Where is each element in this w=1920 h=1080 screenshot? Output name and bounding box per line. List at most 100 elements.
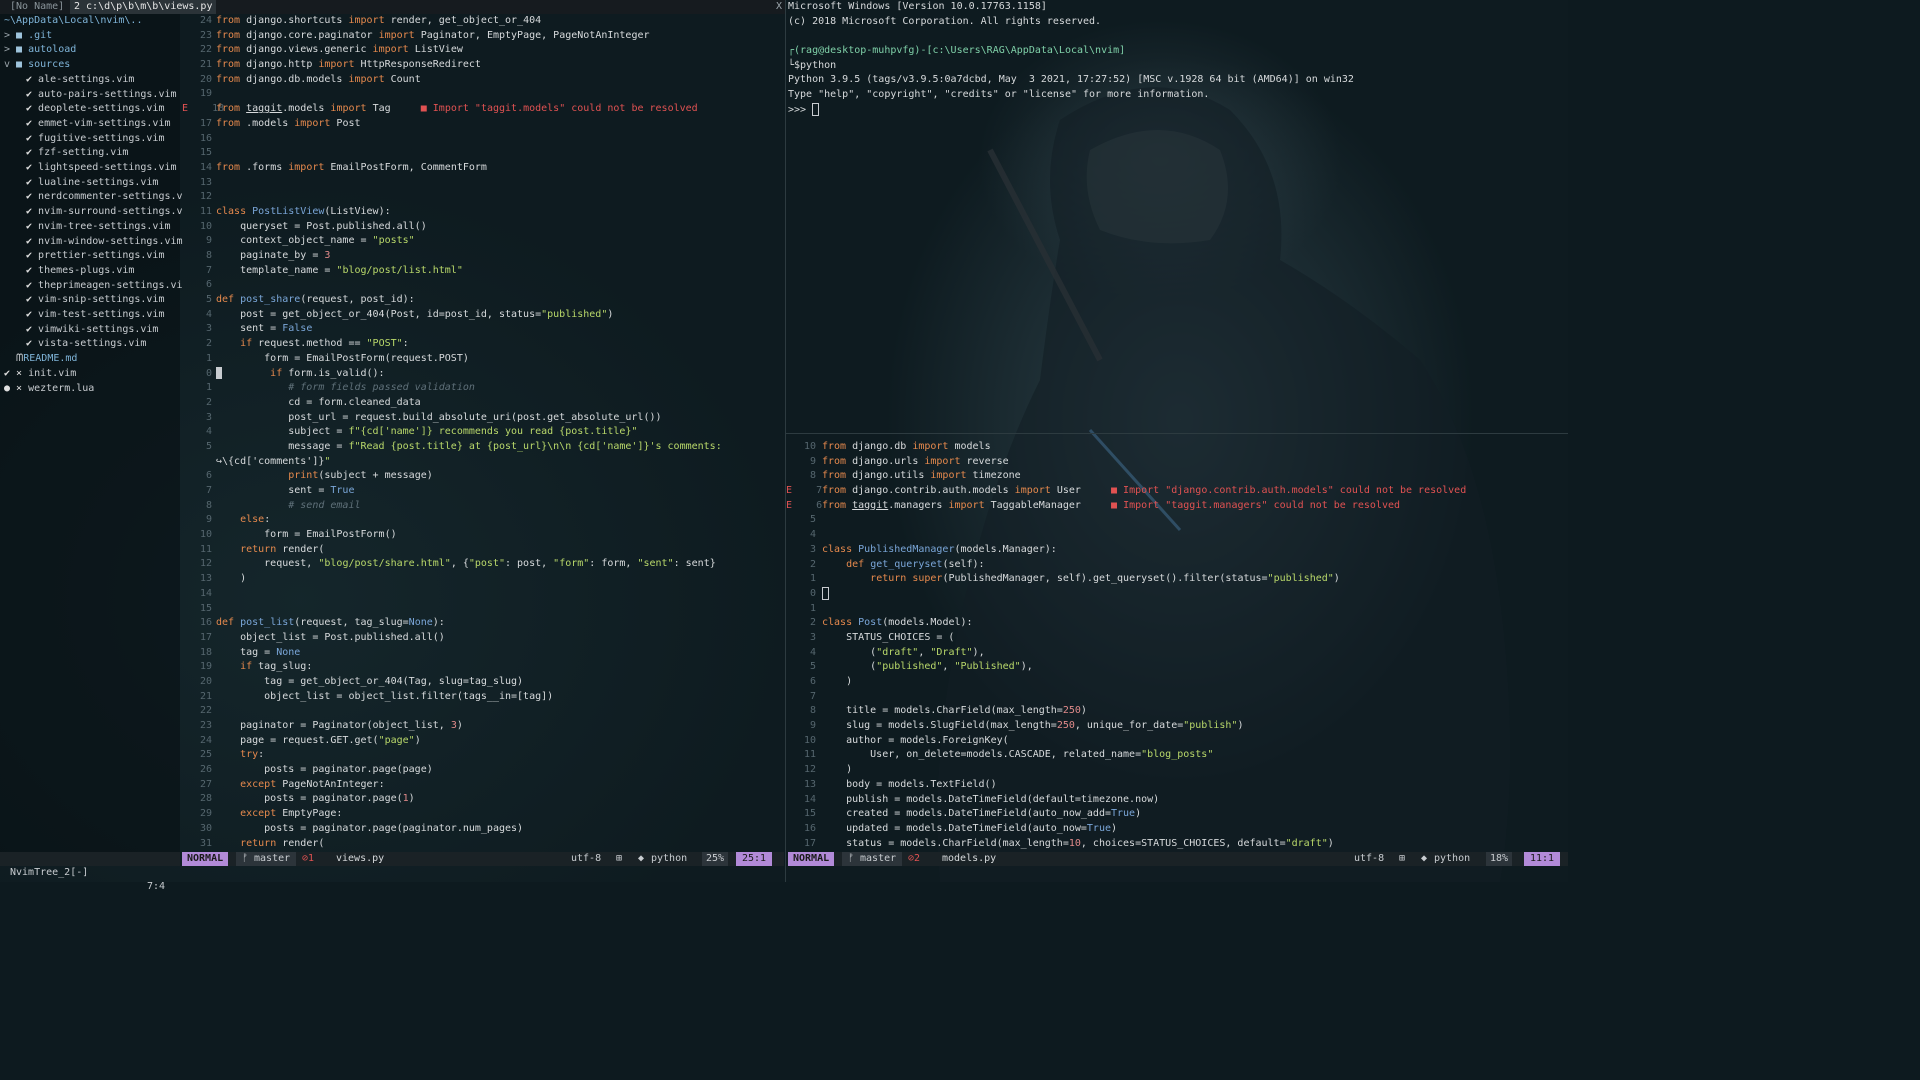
- editor-views-py[interactable]: 24 23 22 21 20 19 E 18 17 16 15 14 13 12 11 10 9 8 7 6 5 4 3 2…: [182, 14, 784, 852]
- tree-item[interactable]: ✔ ale-settings.vim: [26, 73, 134, 88]
- code-line[interactable]: from taggit.models import Tag ■ Import "…: [216, 102, 722, 117]
- code-line[interactable]: ↪\{cd['comments']}": [216, 455, 722, 470]
- code-line[interactable]: ): [822, 675, 1466, 690]
- code-line[interactable]: # form fields passed validation: [216, 381, 722, 396]
- code-line[interactable]: object_list = object_list.filter(tags__i…: [216, 690, 722, 705]
- code-line[interactable]: except EmptyPage:: [216, 807, 722, 822]
- tree-item[interactable]: ✔ × init.vim: [4, 367, 76, 382]
- code-line[interactable]: from django.contrib.auth.models import U…: [822, 484, 1466, 499]
- code-line[interactable]: STATUS_CHOICES = (: [822, 631, 1466, 646]
- code-line[interactable]: [822, 602, 1466, 617]
- code-line[interactable]: if request.method == "POST":: [216, 337, 722, 352]
- code-line[interactable]: [822, 513, 1466, 528]
- code-line[interactable]: return render(: [216, 837, 722, 852]
- tree-item[interactable]: ✔ vimwiki-settings.vim: [26, 323, 158, 338]
- code-buffer-right[interactable]: from django.db import models from django.…: [822, 440, 1466, 851]
- code-line[interactable]: [822, 586, 1466, 602]
- code-line[interactable]: posts = paginator.page(1): [216, 792, 722, 807]
- code-line[interactable]: from django.shortcuts import render, get…: [216, 14, 722, 29]
- code-line[interactable]: print(subject + message): [216, 469, 722, 484]
- code-line[interactable]: sent = True: [216, 484, 722, 499]
- tree-item[interactable]: ✔ deoplete-settings.vim: [26, 102, 164, 117]
- code-line[interactable]: if form.is_valid():: [216, 366, 722, 382]
- code-line[interactable]: posts = paginator.page(paginator.num_pag…: [216, 822, 722, 837]
- code-line[interactable]: def post_list(request, tag_slug=None):: [216, 616, 722, 631]
- code-line[interactable]: form = EmailPostForm(request.POST): [216, 352, 722, 367]
- code-line[interactable]: from django.http import HttpResponseRedi…: [216, 58, 722, 73]
- tree-item[interactable]: ✔ fzf-setting.vim: [26, 146, 128, 161]
- tree-item[interactable]: ✔ fugitive-settings.vim: [26, 132, 164, 147]
- code-line[interactable]: post_url = request.build_absolute_uri(po…: [216, 411, 722, 426]
- code-line[interactable]: queryset = Post.published.all(): [216, 220, 722, 235]
- code-line[interactable]: body = models.TextField(): [822, 778, 1466, 793]
- code-line[interactable]: ("draft", "Draft"),: [822, 646, 1466, 661]
- tree-item[interactable]: v ■ sources: [4, 58, 70, 73]
- code-line[interactable]: class PostListView(ListView):: [216, 205, 722, 220]
- code-line[interactable]: if tag_slug:: [216, 660, 722, 675]
- code-line[interactable]: [216, 704, 722, 719]
- code-line[interactable]: paginate_by = 3: [216, 249, 722, 264]
- code-line[interactable]: template_name = "blog/post/list.html": [216, 264, 722, 279]
- code-line[interactable]: [216, 602, 722, 617]
- code-line[interactable]: try:: [216, 748, 722, 763]
- code-line[interactable]: form = EmailPostForm(): [216, 528, 722, 543]
- code-line[interactable]: title = models.CharField(max_length=250): [822, 704, 1466, 719]
- code-line[interactable]: def get_queryset(self):: [822, 558, 1466, 573]
- tree-item[interactable]: ✔ vim-test-settings.vim: [26, 308, 164, 323]
- tree-item[interactable]: ✔ prettier-settings.vim: [26, 249, 164, 264]
- code-line[interactable]: [822, 528, 1466, 543]
- tab-views-py[interactable]: 2 c:\d\p\b\m\b\views.py: [70, 0, 217, 14]
- code-line[interactable]: else:: [216, 513, 722, 528]
- code-line[interactable]: [216, 176, 722, 191]
- code-line[interactable]: status = models.CharField(max_length=10,…: [822, 837, 1466, 852]
- code-line[interactable]: from .models import Post: [216, 117, 722, 132]
- editor-models-py[interactable]: 10 9 8 E 7E 6 5 4 3 2 1 0 1 2 3 4 5 6 7 8 9 10 11 12 13 14 15 16 1…: [786, 440, 1568, 852]
- code-line[interactable]: from django.views.generic import ListVie…: [216, 43, 722, 58]
- code-line[interactable]: tag = None: [216, 646, 722, 661]
- code-line[interactable]: message = f"Read {post.title} at {post_u…: [216, 440, 722, 455]
- code-line[interactable]: author = models.ForeignKey(: [822, 734, 1466, 749]
- tree-item[interactable]: ✔ emmet-vim-settings.vim: [26, 117, 171, 132]
- tree-item[interactable]: ✔ lightspeed-settings.vim: [26, 161, 177, 176]
- tree-item[interactable]: ✔ nvim-surround-settings.v: [26, 205, 183, 220]
- code-line[interactable]: from django.core.paginator import Pagina…: [216, 29, 722, 44]
- code-line[interactable]: ): [216, 572, 722, 587]
- code-line[interactable]: [216, 146, 722, 161]
- code-line[interactable]: [216, 87, 722, 102]
- code-line[interactable]: from django.db import models: [822, 440, 1466, 455]
- code-line[interactable]: ("published", "Published"),: [822, 660, 1466, 675]
- code-line[interactable]: [216, 278, 722, 293]
- code-line[interactable]: return render(: [216, 543, 722, 558]
- tab-no-name[interactable]: [No Name]: [6, 0, 68, 14]
- code-line[interactable]: slug = models.SlugField(max_length=250, …: [822, 719, 1466, 734]
- code-line[interactable]: # send email: [216, 499, 722, 514]
- code-line[interactable]: class Post(models.Model):: [822, 616, 1466, 631]
- tree-item[interactable]: ✔ vista-settings.vim: [26, 337, 146, 352]
- tree-item[interactable]: ✔ nvim-tree-settings.vim: [26, 220, 171, 235]
- code-line[interactable]: from .forms import EmailPostForm, Commen…: [216, 161, 722, 176]
- code-line[interactable]: [216, 190, 722, 205]
- code-line[interactable]: [216, 587, 722, 602]
- tree-item[interactable]: > ■ .git: [4, 29, 52, 44]
- tree-item[interactable]: ✔ themes-plugs.vim: [26, 264, 134, 279]
- code-line[interactable]: context_object_name = "posts": [216, 234, 722, 249]
- code-buffer[interactable]: from django.shortcuts import render, get…: [216, 14, 722, 851]
- code-line[interactable]: tag = get_object_or_404(Tag, slug=tag_sl…: [216, 675, 722, 690]
- terminal-pane[interactable]: Microsoft Windows [Version 10.0.17763.11…: [786, 0, 1568, 432]
- tree-item[interactable]: ✔ lualine-settings.vim: [26, 176, 158, 191]
- tree-item[interactable]: > ■ autoload: [4, 43, 76, 58]
- code-line[interactable]: from django.db.models import Count: [216, 73, 722, 88]
- tree-item[interactable]: ᗰREADME.md: [16, 352, 77, 367]
- code-line[interactable]: updated = models.DateTimeField(auto_now=…: [822, 822, 1466, 837]
- code-line[interactable]: object_list = Post.published.all(): [216, 631, 722, 646]
- code-line[interactable]: publish = models.DateTimeField(default=t…: [822, 793, 1466, 808]
- code-line[interactable]: created = models.DateTimeField(auto_now_…: [822, 807, 1466, 822]
- tree-item[interactable]: ● × wezterm.lua: [4, 382, 94, 397]
- code-line[interactable]: sent = False: [216, 322, 722, 337]
- code-line[interactable]: from django.utils import timezone: [822, 469, 1466, 484]
- code-line[interactable]: ): [822, 763, 1466, 778]
- code-line[interactable]: post = get_object_or_404(Post, id=post_i…: [216, 308, 722, 323]
- code-line[interactable]: from django.urls import reverse: [822, 455, 1466, 470]
- horizontal-split-divider[interactable]: [786, 433, 1568, 434]
- code-line[interactable]: request, "blog/post/share.html", {"post"…: [216, 557, 722, 572]
